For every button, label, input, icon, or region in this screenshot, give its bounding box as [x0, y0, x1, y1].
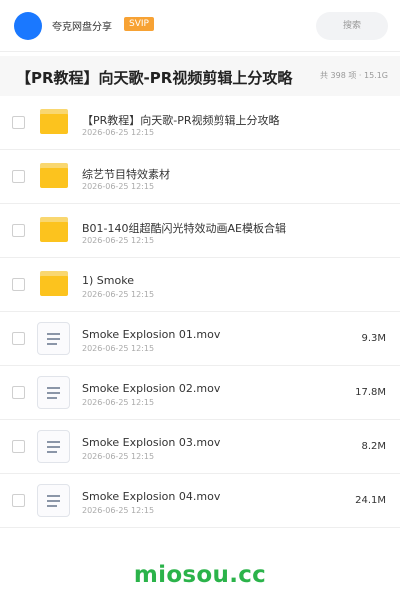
- item-size: 8.2M: [361, 441, 386, 452]
- user-name: 夸克网盘分享: [52, 22, 112, 33]
- folder-icon: [40, 217, 68, 242]
- select-checkbox[interactable]: [12, 440, 25, 453]
- file-list: 【PR教程】向天歌-PR视频剪辑上分攻略 2026-06-25 12:15 综艺节目…: [0, 96, 400, 528]
- item-date: 2026-06-25 12:15: [82, 398, 155, 407]
- list-item[interactable]: Smoke Explosion 04.mov 2026-06-25 12:15 24…: [0, 474, 400, 528]
- list-item[interactable]: 1) Smoke 2026-06-25 12:15: [0, 258, 400, 312]
- item-date: 2026-06-25 12:15: [82, 236, 155, 245]
- item-date: 2026-06-25 12:15: [82, 290, 155, 299]
- document-icon: [37, 322, 70, 355]
- document-icon: [37, 376, 70, 409]
- item-size: 9.3M: [361, 333, 386, 344]
- select-checkbox[interactable]: [12, 116, 25, 129]
- item-date: 2026-06-25 12:15: [82, 452, 155, 461]
- item-size: 24.1M: [355, 495, 386, 506]
- list-item[interactable]: B01-140组超酷闪光特效动画AE模板合辑 2026-06-25 12:15: [0, 204, 400, 258]
- avatar[interactable]: [14, 12, 42, 40]
- title-bar: 【PR教程】向天歌-PR视频剪辑上分攻略 共 398 项 · 15.1G: [0, 56, 400, 96]
- header: 夸克网盘分享 SVIP 搜索: [0, 0, 400, 52]
- select-checkbox[interactable]: [12, 170, 25, 183]
- select-checkbox[interactable]: [12, 224, 25, 237]
- select-checkbox[interactable]: [12, 386, 25, 399]
- item-name: 【PR教程】向天歌-PR视频剪辑上分攻略: [82, 114, 280, 127]
- item-date: 2026-06-25 12:15: [82, 506, 155, 515]
- item-date: 2026-06-25 12:15: [82, 182, 155, 191]
- select-checkbox[interactable]: [12, 278, 25, 291]
- item-name: 综艺节目特效素材: [82, 168, 170, 181]
- list-item[interactable]: 【PR教程】向天歌-PR视频剪辑上分攻略 2026-06-25 12:15: [0, 96, 400, 150]
- item-name: B01-140组超酷闪光特效动画AE模板合辑: [82, 222, 286, 235]
- search-button[interactable]: 搜索: [316, 12, 388, 40]
- folder-icon: [40, 271, 68, 296]
- watermark: miosou.cc: [133, 562, 267, 588]
- item-date: 2026-06-25 12:15: [82, 128, 155, 137]
- item-name: Smoke Explosion 04.mov: [82, 490, 221, 503]
- list-item[interactable]: Smoke Explosion 03.mov 2026-06-25 12:15 8.…: [0, 420, 400, 474]
- item-date: 2026-06-25 12:15: [82, 344, 155, 353]
- folder-icon: [40, 109, 68, 134]
- select-checkbox[interactable]: [12, 332, 25, 345]
- document-icon: [37, 484, 70, 517]
- item-name: Smoke Explosion 02.mov: [82, 382, 221, 395]
- document-icon: [37, 430, 70, 463]
- svip-badge: SVIP: [124, 17, 154, 31]
- page-title: 【PR教程】向天歌-PR视频剪辑上分攻略: [16, 69, 293, 87]
- item-stats: 共 398 项 · 15.1G: [320, 71, 388, 80]
- list-item[interactable]: 综艺节目特效素材 2026-06-25 12:15: [0, 150, 400, 204]
- list-item[interactable]: Smoke Explosion 01.mov 2026-06-25 12:15 9.…: [0, 312, 400, 366]
- item-size: 17.8M: [355, 387, 386, 398]
- item-name: Smoke Explosion 03.mov: [82, 436, 221, 449]
- item-name: Smoke Explosion 01.mov: [82, 328, 221, 341]
- item-name: 1) Smoke: [82, 274, 134, 287]
- select-checkbox[interactable]: [12, 494, 25, 507]
- list-item[interactable]: Smoke Explosion 02.mov 2026-06-25 12:15 17…: [0, 366, 400, 420]
- folder-icon: [40, 163, 68, 188]
